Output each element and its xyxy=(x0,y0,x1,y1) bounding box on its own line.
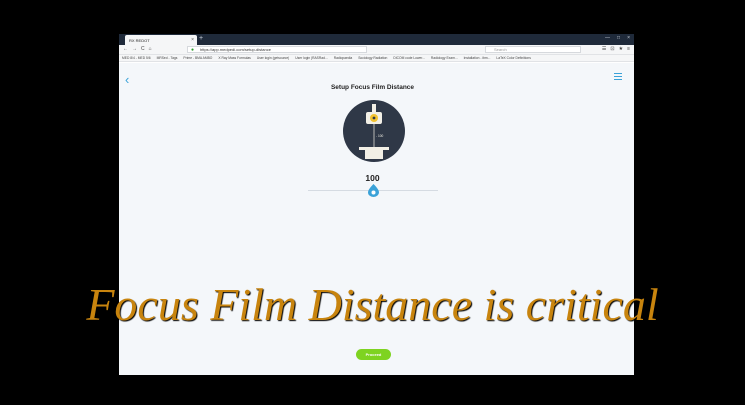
bookmark-item[interactable]: User login (RASRad... xyxy=(295,56,327,60)
bookmark-item[interactable]: Sociology Radiation xyxy=(358,56,387,60)
bookmarks-bar: MED 8/4 - MED 5/6 MRSed - Tags Prime - B… xyxy=(119,55,634,62)
home-icon[interactable]: ⌂ xyxy=(149,46,152,52)
tab-close-icon[interactable]: × xyxy=(191,37,194,43)
toolbar-icons: ☰ ⊡ ★ ≡ xyxy=(602,46,630,52)
bookmark-item[interactable]: Prime - BMA AMBO xyxy=(183,56,212,60)
bookmark-star-icon[interactable]: ★ xyxy=(619,46,623,52)
bookmark-item[interactable]: User login (getsource) xyxy=(257,56,289,60)
lock-icon: ● xyxy=(191,47,195,53)
back-arrow-icon[interactable]: ← xyxy=(123,46,128,52)
bookmark-item[interactable]: X Ray Mass Formulas xyxy=(218,56,250,60)
distance-label: - 100 xyxy=(376,134,383,138)
bookmark-item[interactable]: Installation - ibm... xyxy=(464,56,491,60)
proceed-button[interactable]: Proceed xyxy=(356,349,391,360)
library-icon[interactable]: ☰ xyxy=(602,46,606,52)
close-window-button[interactable]: × xyxy=(627,35,630,41)
bookmark-item[interactable]: Radiology Exam... xyxy=(431,56,458,60)
url-text: https://app.medpedi.com/setup-distance xyxy=(200,47,271,52)
ffd-value: 100 xyxy=(365,173,380,183)
browser-tab-bar: RX REDOT × + — □ × xyxy=(119,34,634,45)
reload-icon[interactable]: C xyxy=(141,46,145,52)
new-tab-button[interactable]: + xyxy=(199,35,203,42)
browser-menu-icon[interactable]: ≡ xyxy=(627,46,630,52)
bookmark-item[interactable]: DICOM code Lower... xyxy=(393,56,425,60)
window-controls: — □ × xyxy=(605,35,630,41)
page-title: Setup Focus Film Distance xyxy=(330,84,415,91)
bookmark-item[interactable]: MRSed - Tags xyxy=(157,56,178,60)
nav-buttons: ← → C ⌂ xyxy=(123,46,152,52)
ffd-slider-thumb[interactable] xyxy=(368,184,379,197)
hamburger-menu-icon[interactable] xyxy=(614,73,622,82)
address-bar[interactable]: ● https://app.medpedi.com/setup-distance xyxy=(187,46,367,53)
minimize-button[interactable]: — xyxy=(605,35,610,41)
maximize-button[interactable]: □ xyxy=(617,35,620,41)
browser-tab[interactable]: RX REDOT × xyxy=(125,35,197,45)
search-placeholder: Search xyxy=(494,47,507,52)
overlay-caption: Focus Film Distance is critical xyxy=(86,279,659,330)
forward-arrow-icon[interactable]: → xyxy=(132,46,137,52)
sidebar-icon[interactable]: ⊡ xyxy=(610,46,614,52)
bookmark-item[interactable]: Radiopaedia xyxy=(334,56,353,60)
tab-title: RX REDOT xyxy=(129,37,150,43)
bookmark-item[interactable]: MED 8/4 - MED 5/6 xyxy=(122,56,151,60)
browser-search-input[interactable]: Search xyxy=(485,46,581,53)
xray-tube-illustration: - 100 xyxy=(343,100,405,162)
browser-navbar: ← → C ⌂ ● https://app.medpedi.com/setup-… xyxy=(119,45,634,55)
bookmark-item[interactable]: LaTeX Color Definitions xyxy=(496,56,530,60)
